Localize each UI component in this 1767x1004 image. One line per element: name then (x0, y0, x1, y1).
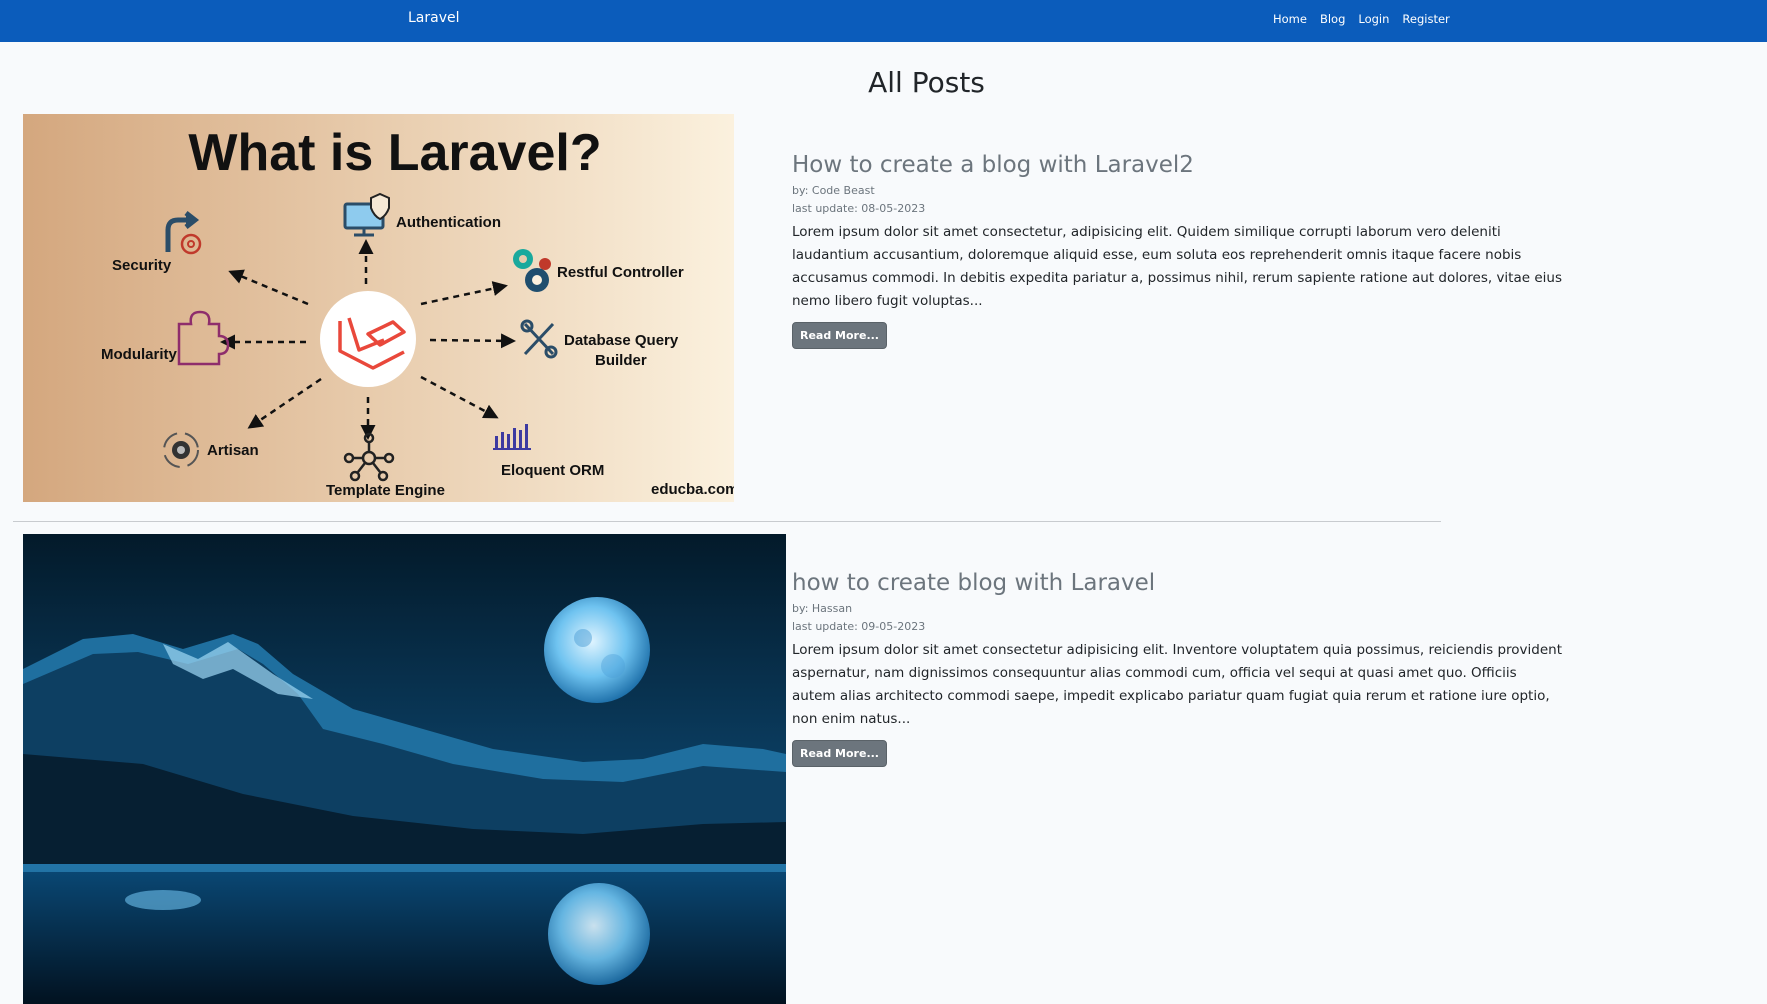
page-title: All Posts (868, 66, 985, 99)
label-eloquent: Eloquent ORM (501, 462, 604, 479)
nav-register-link[interactable]: Register (1402, 12, 1449, 26)
label-dbq2: Builder (595, 352, 647, 369)
label-artisan: Artisan (207, 442, 259, 459)
read-more-button[interactable]: Read More... (792, 322, 887, 349)
post-body: how to create blog with Laravel by: Hass… (792, 570, 1562, 767)
top-navbar: Laravel Home Blog Login Register (0, 0, 1767, 42)
nav-home-link[interactable]: Home (1273, 12, 1307, 26)
label-restful: Restful Controller (557, 264, 684, 281)
post-thumbnail-moon-lake[interactable] (23, 534, 786, 1004)
label-source: educba.com (651, 481, 734, 498)
label-dbq1: Database Query (564, 332, 679, 349)
post-author: by: Code Beast (792, 184, 875, 197)
nav-links: Home Blog Login Register (1273, 12, 1450, 26)
post-updated: last update: 09-05-2023 (792, 620, 926, 633)
nav-blog-link[interactable]: Blog (1320, 12, 1345, 26)
moon-icon (544, 597, 650, 703)
infographic-heading: What is Laravel? (188, 124, 601, 182)
label-authentication: Authentication (396, 214, 501, 231)
label-modularity: Modularity (101, 346, 177, 363)
post-divider (13, 521, 1441, 522)
nav-login-link[interactable]: Login (1358, 12, 1389, 26)
post-title[interactable]: how to create blog with Laravel (792, 570, 1562, 596)
post-thumbnail-laravel-infographic[interactable]: What is Laravel? Authentication Security… (23, 114, 734, 502)
post-excerpt: Lorem ipsum dolor sit amet consectetur, … (792, 224, 1562, 309)
post-title[interactable]: How to create a blog with Laravel2 (792, 152, 1562, 178)
brand-link[interactable]: Laravel (408, 10, 460, 26)
post-excerpt: Lorem ipsum dolor sit amet consectetur a… (792, 642, 1562, 727)
post-updated: last update: 08-05-2023 (792, 202, 926, 215)
label-security: Security (112, 257, 172, 274)
post-author: by: Hassan (792, 602, 853, 615)
label-template: Template Engine (326, 482, 445, 499)
post-body: How to create a blog with Laravel2 by: C… (792, 152, 1562, 349)
read-more-button[interactable]: Read More... (792, 740, 887, 767)
